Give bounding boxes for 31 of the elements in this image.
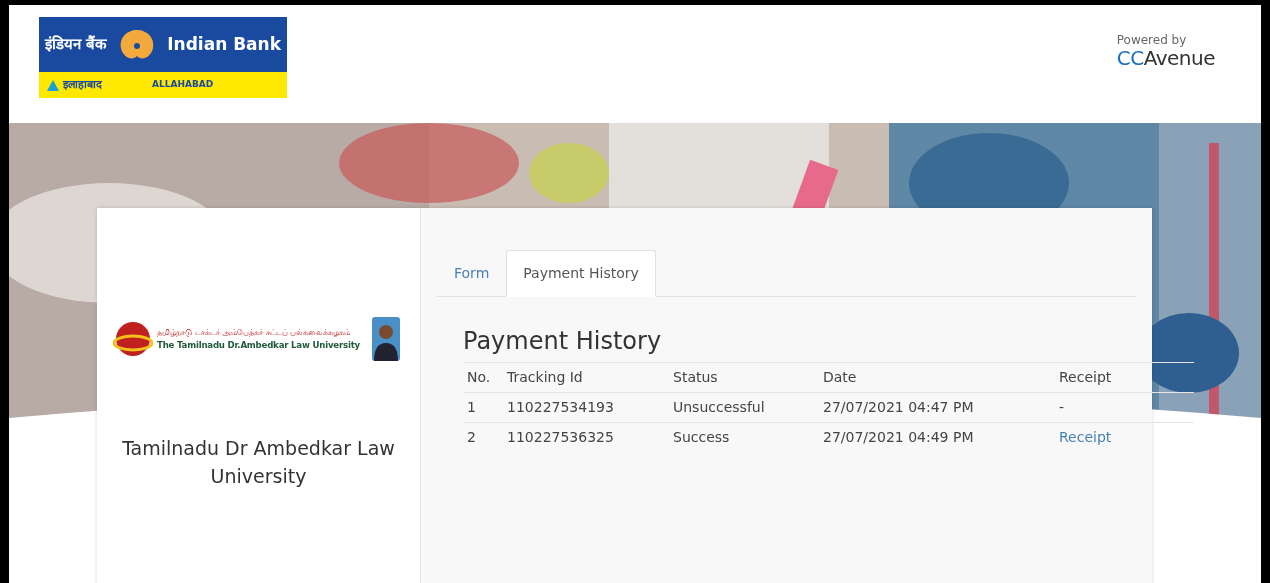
logo-text: इंडियन बैंक (45, 34, 108, 56)
globe-icon (113, 319, 153, 359)
column-header: Tracking Id (503, 362, 669, 393)
receipt-link[interactable]: Receipt (1059, 428, 1112, 445)
tab[interactable]: Form (437, 250, 507, 297)
table-cell: 27/07/2021 04:47 PM (819, 392, 1055, 423)
table-cell: 27/07/2021 04:49 PM (819, 422, 1055, 452)
logo-text: इलाहाबाद (63, 76, 102, 93)
column-header: No. (463, 362, 503, 393)
university-name: Tamilnadu Dr Ambedkar Law University (121, 436, 396, 489)
logo-text: Indian Bank (167, 32, 281, 56)
column-header: Status (669, 362, 819, 393)
brand-name: CC (1116, 46, 1144, 71)
person-icon (372, 317, 400, 361)
logo-text: ALLAHABAD (152, 78, 214, 92)
table-cell: 110227536325 (503, 422, 669, 452)
table-cell: - (1055, 392, 1194, 423)
brand-name: Avenue (1143, 46, 1215, 71)
section-heading: Payment History (463, 327, 663, 356)
triangle-icon (47, 79, 59, 91)
logo-text: The Tamilnadu Dr.Ambedkar Law University (157, 338, 361, 352)
table-cell: 1 (463, 392, 503, 423)
logo-text: தமிழ்நாடு டாக்டர் அம்பேத்கர் சட்டப் பல்கலைக்கழகம் (157, 326, 352, 339)
column-header: Date (819, 362, 1055, 393)
powered-by-label: Powered by (1116, 33, 1188, 48)
table-cell: Success (669, 422, 819, 452)
tab[interactable]: Payment History (506, 250, 656, 297)
table-cell: 110227534193 (503, 392, 669, 423)
column-header: Receipt (1055, 362, 1194, 393)
table-cell: Unsuccessful (669, 392, 819, 423)
table-cell: 2 (463, 422, 503, 452)
